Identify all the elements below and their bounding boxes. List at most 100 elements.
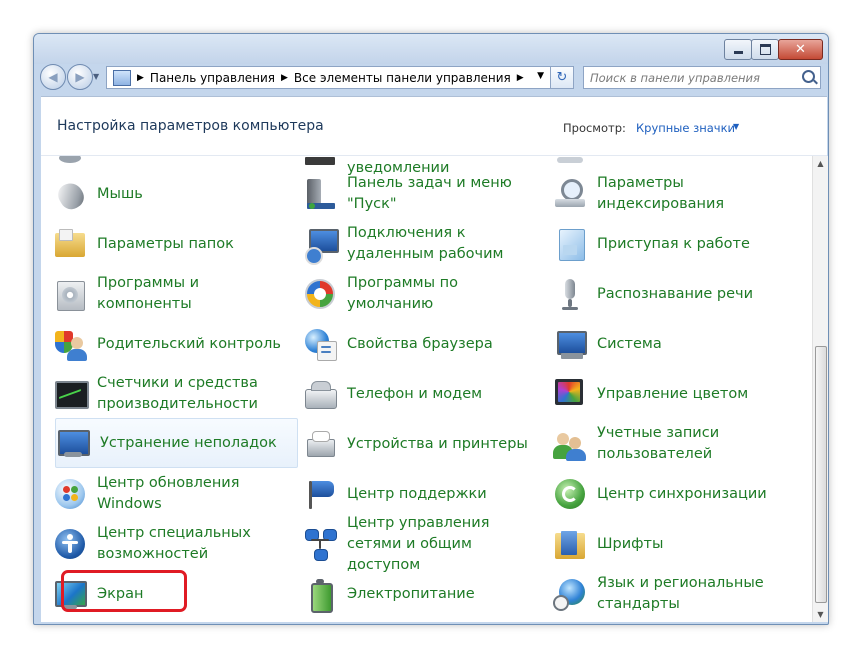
- close-button[interactable]: ✕: [778, 39, 823, 60]
- action-center-flag-icon: [303, 477, 337, 511]
- item-action-center[interactable]: Центр поддержки: [291, 470, 531, 518]
- partial-item-icon: [53, 156, 87, 165]
- navigation-bar: ◀ ▶ ▼ ▶ Панель управления ▶ Все элементы…: [34, 62, 828, 92]
- item-color-management[interactable]: Управление цветом: [541, 370, 781, 418]
- breadcrumb-control-panel[interactable]: Панель управления: [150, 71, 275, 85]
- item-mouse[interactable]: Мышь: [41, 170, 281, 218]
- globe-clock-icon: [553, 577, 587, 611]
- network-icon: [303, 527, 337, 561]
- breadcrumb-separator-icon[interactable]: ▶: [281, 73, 288, 83]
- vertical-scrollbar[interactable]: ▲ ▼: [812, 156, 828, 622]
- item-windows-update[interactable]: Центр обновления Windows: [41, 470, 281, 518]
- item-indexing[interactable]: Параметры индексирования: [541, 170, 781, 218]
- item-label: Приступая к работе: [597, 235, 750, 252]
- item-sync-center[interactable]: Центр синхронизации: [541, 470, 781, 518]
- refresh-icon: ↻: [556, 70, 568, 85]
- chevron-down-icon[interactable]: ▼: [733, 122, 739, 131]
- item-label: Шрифты: [597, 535, 664, 552]
- address-bar[interactable]: ▶ Панель управления ▶ Все элементы панел…: [106, 66, 551, 89]
- item-user-accounts[interactable]: Учетные записи пользователей: [541, 420, 781, 468]
- printer-icon: [303, 427, 337, 461]
- breadcrumb-all-items[interactable]: Все элементы панели управления: [294, 71, 511, 85]
- back-button[interactable]: ◀: [40, 64, 66, 90]
- maximize-button[interactable]: [751, 39, 779, 60]
- item-label: Язык и региональные стандарты: [597, 575, 764, 612]
- performance-icon: [53, 377, 89, 411]
- item-programs[interactable]: Программы и компоненты: [41, 270, 281, 318]
- minimize-button[interactable]: [724, 39, 752, 60]
- system-icon: [553, 327, 587, 361]
- item-phone-modem[interactable]: Телефон и модем: [291, 370, 531, 418]
- search-input[interactable]: [588, 67, 792, 89]
- accessibility-icon: [53, 527, 87, 561]
- item-label: Центр синхронизации: [597, 485, 767, 502]
- item-region-language[interactable]: Язык и региональные стандарты: [541, 570, 781, 618]
- page-title: Настройка параметров компьютера: [57, 118, 324, 134]
- breadcrumb-separator-icon[interactable]: ▶: [517, 73, 524, 83]
- item-label: Устройства и принтеры: [347, 435, 528, 452]
- search-icon[interactable]: [802, 70, 815, 83]
- maximize-icon: [759, 44, 771, 55]
- folder-icon: [53, 227, 87, 261]
- windows-update-icon: [53, 477, 87, 511]
- fonts-folder-icon: [553, 527, 587, 561]
- item-network-center[interactable]: Центр управления сетями и общим доступом: [291, 515, 531, 573]
- item-label: Параметры папок: [97, 235, 234, 252]
- forward-arrow-icon: ▶: [75, 70, 85, 84]
- item-label: Программы по умолчанию: [347, 275, 458, 312]
- remote-desktop-icon: [303, 227, 339, 265]
- items-grid: уведомлении Мышь Панель задач и меню "Пу…: [41, 156, 811, 622]
- scrollbar-thumb[interactable]: [815, 346, 827, 603]
- history-dropdown-icon[interactable]: ▼: [93, 72, 99, 81]
- item-accessibility[interactable]: Центр специальных возможностей: [41, 520, 281, 568]
- title-bar[interactable]: ✕: [34, 34, 828, 64]
- item-power-options[interactable]: Электропитание: [291, 570, 531, 618]
- item-label: Центр специальных возможностей: [97, 525, 251, 562]
- forward-button[interactable]: ▶: [67, 64, 93, 90]
- breadcrumb-separator-icon[interactable]: ▶: [137, 73, 144, 83]
- item-troubleshooting[interactable]: Устранение неполадок: [55, 418, 298, 468]
- search-box[interactable]: [583, 66, 821, 89]
- view-label: Просмотр:: [563, 121, 626, 135]
- item-system[interactable]: Система: [541, 320, 781, 368]
- scroll-up-arrow-icon[interactable]: ▲: [813, 156, 828, 171]
- scroll-down-arrow-icon[interactable]: ▼: [813, 607, 828, 622]
- microphone-icon: [553, 277, 587, 311]
- item-devices-printers[interactable]: Устройства и принтеры: [291, 420, 531, 468]
- item-label: Система: [597, 335, 662, 352]
- item-label: Учетные записи пользователей: [597, 425, 720, 462]
- refresh-button[interactable]: ↻: [550, 66, 574, 89]
- programs-icon: [53, 277, 87, 311]
- item-label: Мышь: [97, 185, 143, 202]
- item-label: Программы и компоненты: [97, 275, 200, 312]
- item-remote-desktop[interactable]: Подключения к удаленным рабочим: [291, 220, 531, 268]
- address-dropdown-icon[interactable]: ▼: [537, 71, 544, 81]
- item-label: Электропитание: [347, 585, 475, 602]
- item-taskbar[interactable]: Панель задач и меню "Пуск": [291, 170, 531, 218]
- item-getting-started[interactable]: Приступая к работе: [541, 220, 781, 268]
- item-label: Распознавание речи: [597, 285, 754, 302]
- getting-started-icon: [553, 227, 587, 261]
- troubleshooting-icon: [56, 426, 90, 460]
- view-mode-dropdown[interactable]: Крупные значки: [636, 121, 735, 135]
- phone-modem-icon: [303, 377, 337, 411]
- item-folder-options[interactable]: Параметры папок: [41, 220, 281, 268]
- item-label: Телефон и модем: [347, 385, 483, 402]
- item-parental-control[interactable]: Родительский контроль: [41, 320, 281, 368]
- default-programs-icon: [303, 277, 337, 311]
- close-icon: ✕: [795, 42, 806, 57]
- browser-icon: [303, 327, 337, 361]
- item-fonts[interactable]: Шрифты: [541, 520, 781, 568]
- control-panel-window: ✕ ◀ ▶ ▼ ▶ Панель управления ▶ Все элемен…: [33, 33, 829, 625]
- item-label: Панель задач и меню "Пуск": [347, 175, 512, 212]
- item-label: Центр поддержки: [347, 485, 487, 502]
- item-label: Подключения к удаленным рабочим: [347, 225, 504, 262]
- item-browser-properties[interactable]: Свойства браузера: [291, 320, 531, 368]
- partial-item-icon: [553, 156, 587, 165]
- item-performance[interactable]: Счетчики и средства производительности: [41, 370, 281, 418]
- item-speech-recognition[interactable]: Распознавание речи: [541, 270, 781, 318]
- item-label: Параметры индексирования: [597, 175, 725, 212]
- taskbar-icon: [303, 177, 337, 211]
- item-default-programs[interactable]: Программы по умолчанию: [291, 270, 531, 318]
- item-label: Центр управления сетями и общим доступом: [347, 514, 490, 573]
